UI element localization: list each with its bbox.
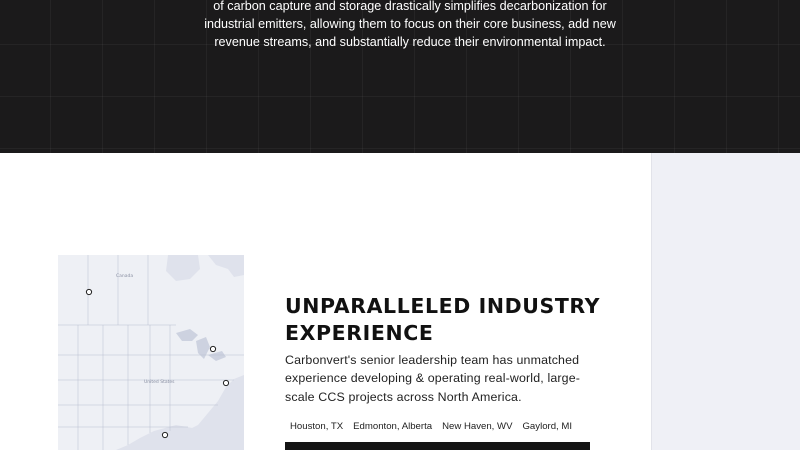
map-label-united-states: United States [144, 379, 175, 385]
map-graphic: Canada United States [58, 255, 244, 450]
location-tag: Houston, TX [290, 421, 344, 432]
location-tag: Edmonton, Alberta [353, 421, 433, 432]
hero-section: of carbon capture and storage drasticall… [0, 0, 800, 153]
marker-new-haven [222, 379, 230, 387]
side-panel [651, 153, 800, 450]
hero-description: of carbon capture and storage drasticall… [204, 0, 616, 49]
section-body: Carbonvert's senior leadership team has … [285, 353, 581, 404]
cta-button[interactable] [285, 442, 590, 450]
section-heading: UNPARALLELED INDUSTRY EXPERIENCE [285, 294, 601, 345]
location-tag: New Haven, WV [442, 421, 513, 432]
north-america-map: Canada United States [58, 255, 244, 450]
location-list: Houston, TX Edmonton, Alberta New Haven,… [285, 419, 585, 434]
map-label-canada: Canada [116, 273, 133, 279]
marker-gaylord [209, 345, 217, 353]
location-tag: Gaylord, MI [522, 421, 573, 432]
marker-houston [161, 431, 169, 439]
marker-edmonton [85, 288, 93, 296]
